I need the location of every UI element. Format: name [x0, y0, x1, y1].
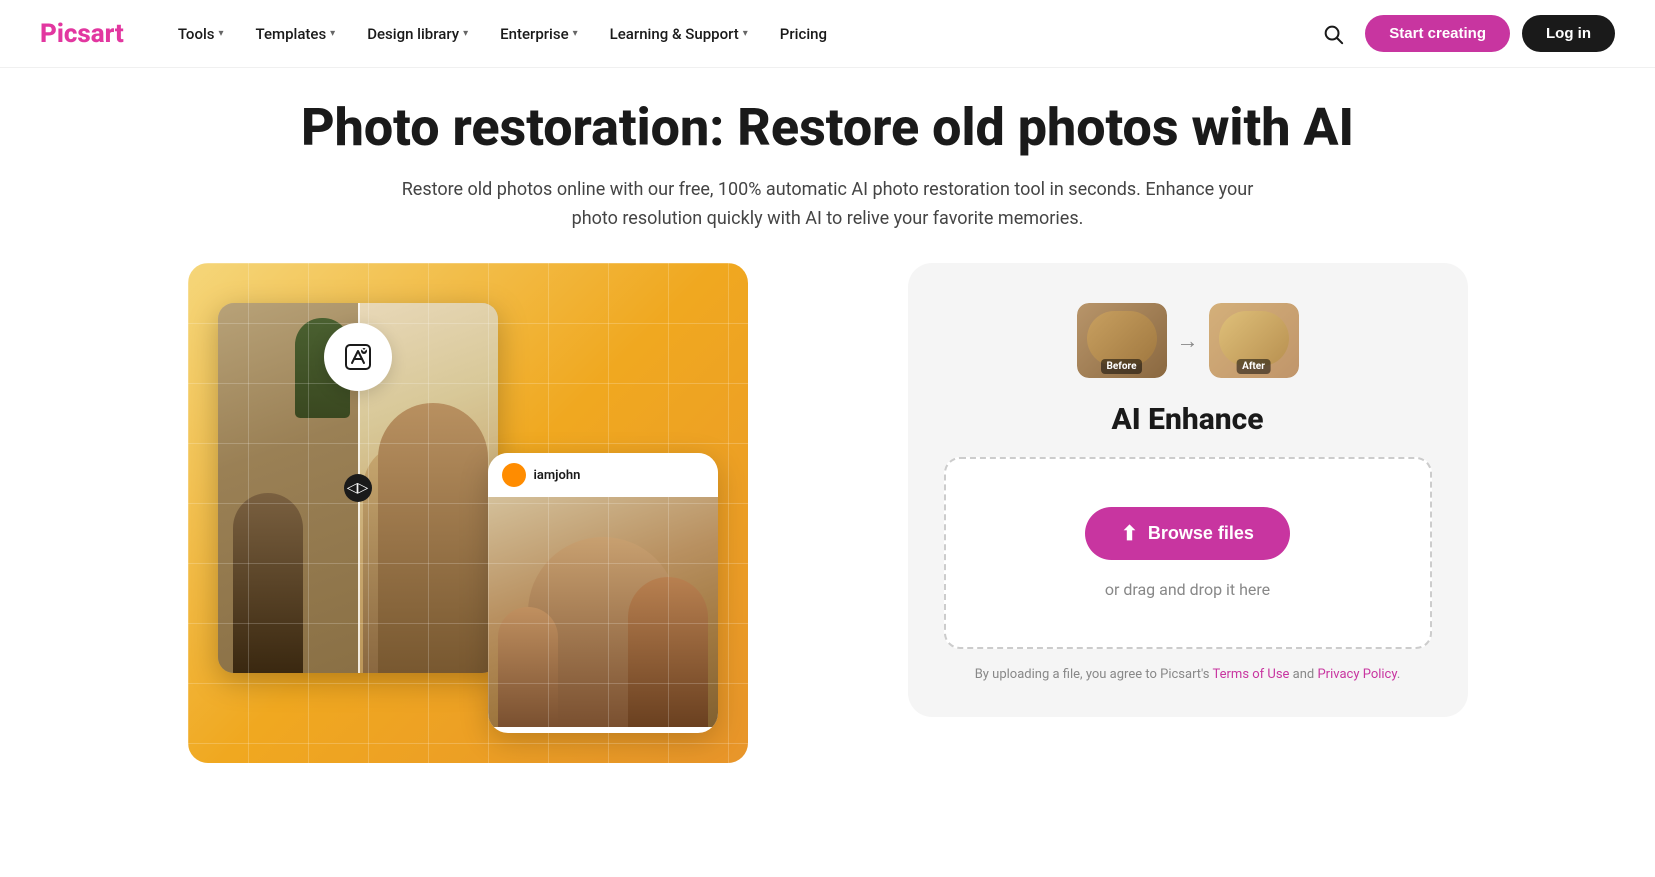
terms-of-use-link[interactable]: Terms of Use: [1213, 667, 1290, 682]
before-img-container: Before: [1077, 303, 1167, 378]
nav-item-templates[interactable]: Templates ▾: [242, 17, 350, 51]
login-button[interactable]: Log in: [1522, 15, 1615, 52]
chevron-down-icon: ▾: [463, 28, 468, 39]
drag-drop-label: or drag and drop it here: [1105, 580, 1270, 599]
enhance-icon-circle: [324, 323, 392, 391]
before-after-row: Before → After: [1077, 303, 1299, 378]
search-button[interactable]: [1313, 14, 1353, 54]
terms-text: By uploading a file, you agree to Picsar…: [975, 665, 1401, 685]
photo-background: ◁▷: [188, 263, 748, 763]
mobile-card-header: iamjohn: [488, 453, 718, 497]
nav-right: Start creating Log in: [1313, 14, 1615, 54]
arrow-right-icon: →: [1177, 328, 1199, 354]
after-img-container: After: [1209, 303, 1299, 378]
privacy-policy-link[interactable]: Privacy Policy: [1317, 667, 1396, 682]
nav-item-tools[interactable]: Tools ▾: [164, 17, 238, 51]
old-photo-card: ◁▷: [218, 303, 498, 673]
chevron-down-icon: ▾: [330, 28, 335, 39]
logo[interactable]: Picsart: [40, 19, 124, 49]
hero-subtitle: Restore old photos online with our free,…: [378, 176, 1278, 234]
nav-item-pricing[interactable]: Pricing: [766, 17, 841, 51]
main-content: Photo restoration: Restore old photos wi…: [0, 68, 1655, 803]
username-label: iamjohn: [534, 468, 581, 483]
chevron-down-icon: ▾: [573, 28, 578, 39]
after-label: After: [1236, 359, 1271, 374]
animal-after: [1219, 311, 1289, 366]
browse-files-button[interactable]: ⬆ Browse files: [1085, 507, 1290, 560]
search-icon: [1322, 23, 1344, 45]
start-creating-button[interactable]: Start creating: [1365, 15, 1510, 52]
avatar: [502, 463, 526, 487]
ai-enhance-title: AI Enhance: [1111, 402, 1263, 437]
dropzone[interactable]: ⬆ Browse files or drag and drop it here: [944, 457, 1432, 649]
chevron-down-icon: ▾: [743, 28, 748, 39]
nav-item-enterprise[interactable]: Enterprise ▾: [486, 17, 592, 51]
before-image: Before: [1077, 303, 1167, 378]
animal-before: [1087, 311, 1157, 366]
upload-side: Before → After AI Enhance ⬆: [908, 263, 1468, 717]
before-label: Before: [1101, 359, 1143, 374]
content-row: ◁▷: [128, 263, 1528, 803]
navbar: Picsart Tools ▾ Templates ▾ Design libra…: [0, 0, 1655, 68]
hero-section: Photo restoration: Restore old photos wi…: [128, 98, 1528, 263]
mobile-card: iamjohn: [488, 453, 718, 733]
split-arrow-icon: ◁▷: [344, 474, 372, 502]
mobile-photo: [488, 497, 718, 727]
person-silhouette-1: [363, 443, 453, 673]
chevron-down-icon: ▾: [219, 28, 224, 39]
nav-item-learning[interactable]: Learning & Support ▾: [596, 17, 762, 51]
logo-text: Picsart: [40, 19, 124, 49]
nav-item-design-library[interactable]: Design library ▾: [353, 17, 482, 51]
illustration-side: ◁▷: [188, 263, 848, 803]
page-title: Photo restoration: Restore old photos wi…: [168, 98, 1488, 158]
ai-enhance-panel: Before → After AI Enhance ⬆: [908, 263, 1468, 717]
mobile-photo-person: [528, 537, 678, 727]
enhance-icon: [342, 341, 374, 373]
nav-links: Tools ▾ Templates ▾ Design library ▾ Ent…: [164, 17, 1313, 51]
after-image: After: [1209, 303, 1299, 378]
person-silhouette-2: [378, 403, 488, 673]
upload-icon: ⬆: [1121, 521, 1138, 546]
